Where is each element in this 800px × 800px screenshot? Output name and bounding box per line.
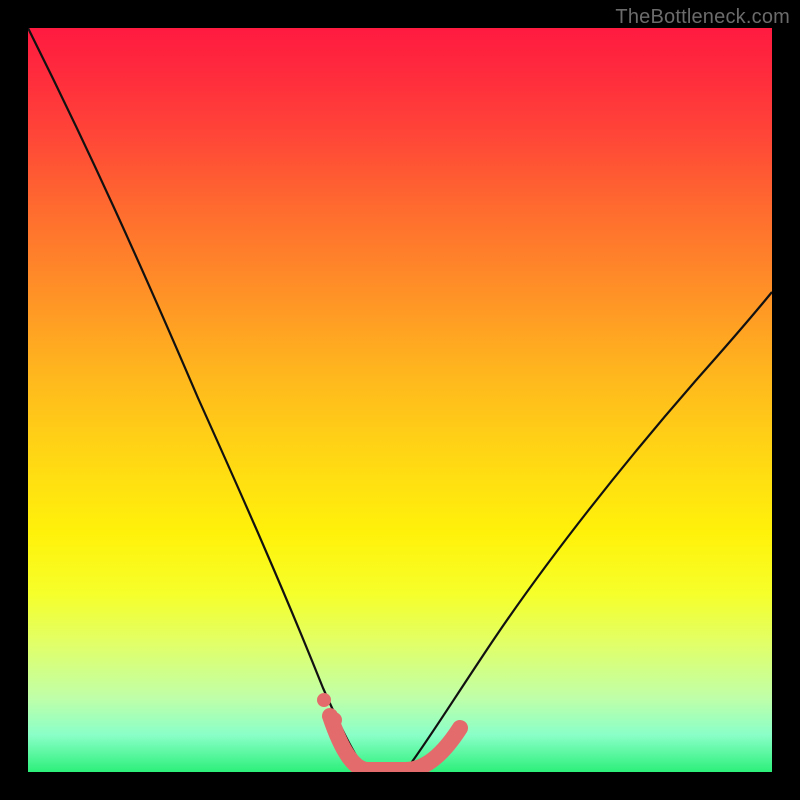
dip-marker-stroke xyxy=(330,716,460,770)
dip-dot xyxy=(326,712,342,728)
plot-area xyxy=(28,28,772,772)
dip-marker-group xyxy=(28,28,772,772)
dip-dot xyxy=(317,693,331,707)
chart-stage: TheBottleneck.com xyxy=(0,0,800,800)
watermark-text: TheBottleneck.com xyxy=(615,6,790,29)
